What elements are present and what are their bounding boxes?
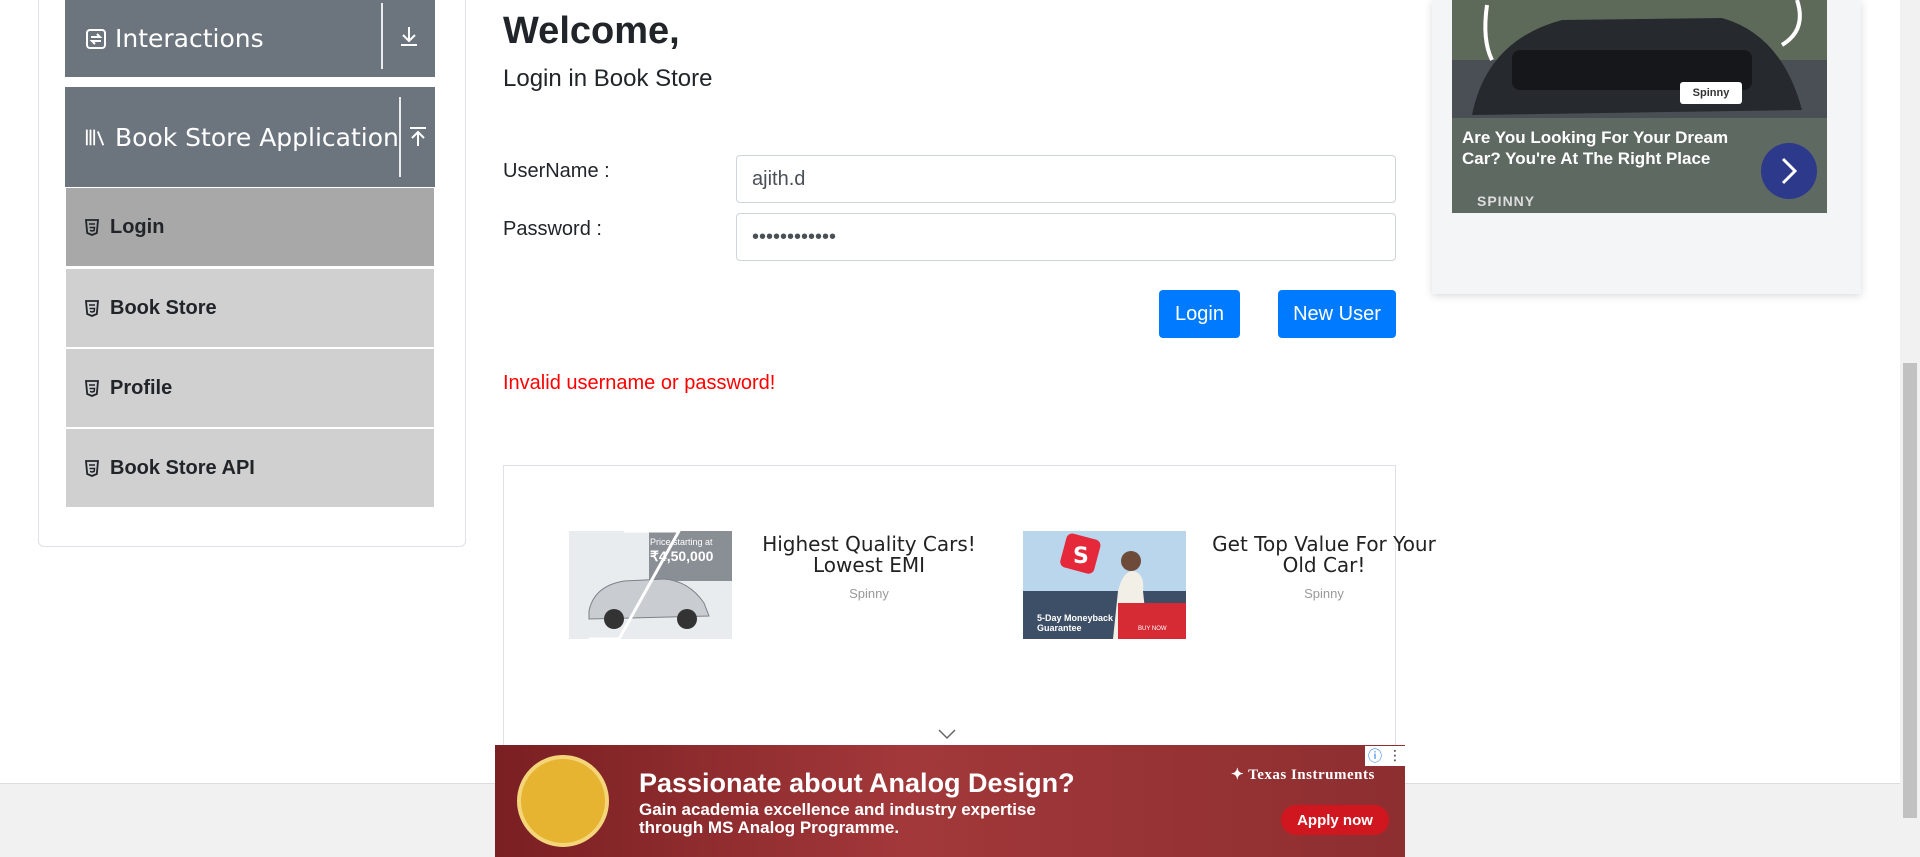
- banner-brand-label: Texas Instruments: [1248, 767, 1375, 783]
- html5-icon: [84, 459, 100, 477]
- chevron-down-icon[interactable]: [937, 725, 957, 744]
- spinny-plate: Spinny: [1680, 82, 1742, 104]
- group-header-book-store-application[interactable]: Book Store Application: [65, 87, 435, 187]
- ti-logo-icon: ✦: [1231, 767, 1245, 783]
- group-label-interactions: Interactions: [115, 24, 264, 53]
- banner-subtitle: Gain academia excellence and industry ex…: [639, 800, 1036, 837]
- apply-now-button[interactable]: Apply now: [1281, 805, 1389, 835]
- sidebar-item-label: Login: [110, 215, 165, 238]
- institute-logo: [517, 755, 609, 847]
- banner-ad[interactable]: Passionate about Analog Design? Gain aca…: [495, 745, 1405, 857]
- ad-source: Spinny: [1304, 586, 1344, 601]
- ad-title[interactable]: Get Top Value For Your Old Car!: [1209, 534, 1439, 576]
- arrow-up-icon[interactable]: [398, 97, 435, 177]
- new-user-button[interactable]: New User: [1278, 290, 1396, 338]
- sidebar-item-book-store-api[interactable]: Book Store API: [66, 429, 434, 507]
- ad-image-car-price[interactable]: Price starting at ₹4,50,000: [569, 531, 732, 639]
- arrow-down-icon[interactable]: [381, 2, 435, 69]
- right-ad-brand: SPINNY: [1477, 193, 1536, 209]
- ad-info-controls[interactable]: ⓘ ⋮: [1365, 746, 1405, 766]
- error-message: Invalid username or password!: [503, 372, 776, 394]
- sidebar-item-label: Book Store: [110, 296, 217, 319]
- ad-image-caption: Price starting at: [650, 537, 713, 547]
- more-vertical-icon[interactable]: ⋮: [1388, 748, 1402, 764]
- ad-image-caption: 5-Day Moneyback Guarantee: [1037, 613, 1114, 633]
- page-title: Welcome,: [503, 10, 680, 52]
- ad-image-moneyback[interactable]: S 5-Day Moneyback Guarantee BUY NOW: [1023, 531, 1186, 639]
- sidebar-item-label: Profile: [110, 376, 173, 399]
- sidebar-item-profile[interactable]: Profile: [66, 349, 434, 427]
- username-label: UserName :: [503, 160, 610, 182]
- ad-image-badge: BUY NOW: [1138, 626, 1167, 632]
- refresh-icon: [85, 28, 107, 50]
- svg-text:S: S: [1073, 544, 1089, 569]
- login-button[interactable]: Login: [1159, 290, 1240, 338]
- html5-icon: [84, 218, 100, 236]
- html5-icon: [84, 379, 100, 397]
- scrollbar-thumb[interactable]: [1903, 363, 1917, 818]
- books-icon: [85, 126, 107, 148]
- banner-title: Passionate about Analog Design?: [639, 768, 1075, 798]
- password-input[interactable]: [736, 213, 1396, 261]
- sidebar-item-login[interactable]: Login: [66, 188, 434, 266]
- sidebar-item-book-store[interactable]: Book Store: [66, 269, 434, 347]
- group-header-interactions[interactable]: Interactions: [65, 0, 435, 77]
- banner-brand: ✦ Texas Instruments: [1231, 765, 1375, 784]
- html5-icon: [84, 299, 100, 317]
- ad-source: Spinny: [849, 586, 889, 601]
- username-input[interactable]: [736, 155, 1396, 203]
- password-label: Password :: [503, 218, 602, 240]
- sidebar-item-label: Book Store API: [110, 456, 255, 479]
- info-icon[interactable]: ⓘ: [1368, 746, 1382, 766]
- right-ad-text[interactable]: Are You Looking For Your Dream Car? You'…: [1462, 127, 1762, 169]
- group-label-book-store: Book Store Application: [115, 122, 399, 152]
- chevron-right-icon[interactable]: [1761, 143, 1817, 199]
- page-subtitle: Login in Book Store: [503, 65, 713, 92]
- ad-title[interactable]: Highest Quality Cars! Lowest EMI: [754, 534, 984, 576]
- ad-image-price: ₹4,50,000: [650, 548, 714, 564]
